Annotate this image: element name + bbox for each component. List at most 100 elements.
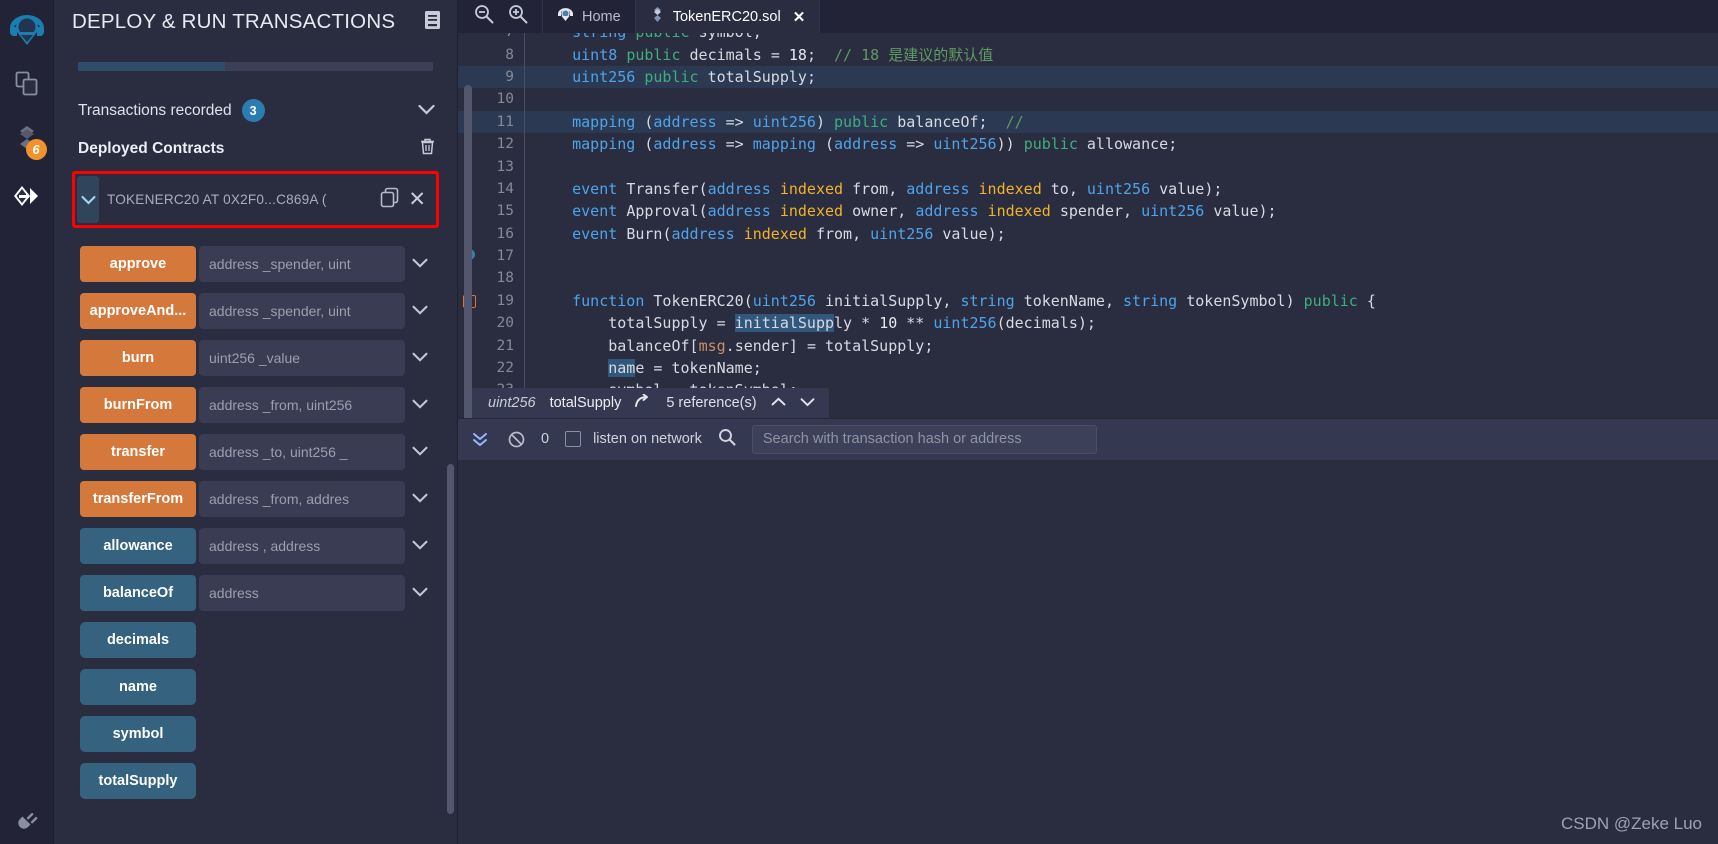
function-input-approve[interactable]: address _spender, uint (199, 246, 405, 282)
line-number: 13 (496, 158, 514, 175)
code-line[interactable]: 14 event Transfer(address indexed from, … (458, 177, 1718, 201)
function-input-balanceof[interactable]: address (199, 575, 405, 611)
tab-tokenerc20-sol[interactable]: TokenERC20.sol ✕ (635, 0, 821, 33)
chevron-down-icon[interactable] (405, 349, 435, 367)
function-input-transfer[interactable]: address _to, uint256 _ (199, 434, 405, 470)
code-line[interactable]: !19 function TokenERC20(uint256 initialS… (458, 289, 1718, 313)
function-input-allowance[interactable]: address , address (199, 528, 405, 564)
code-line[interactable]: 18 (458, 267, 1718, 290)
chevron-down-icon[interactable] (405, 443, 435, 461)
indent-guide (524, 289, 536, 313)
code-line[interactable]: 10 (458, 88, 1718, 111)
deployed-contracts-row: Deployed Contracts (78, 138, 435, 160)
sidebar-item-plugin-manager[interactable] (0, 808, 54, 834)
code-line[interactable]: 17 (458, 244, 1718, 268)
close-icon[interactable]: ✕ (408, 189, 436, 210)
code-line[interactable]: 21 balanceOf[msg.sender] = totalSupply; (458, 334, 1718, 357)
code-line[interactable]: 11 mapping (address => uint256) public b… (458, 110, 1718, 133)
function-button-balanceof[interactable]: balanceOf (80, 575, 196, 611)
sidebar-item-solidity-compiler[interactable]: 6 (1, 112, 53, 168)
function-button-approve[interactable]: approve (80, 246, 196, 282)
indent-guide (524, 267, 536, 290)
chevron-down-icon[interactable] (405, 302, 435, 320)
line-number: 9 (505, 68, 514, 85)
function-button-totalsupply[interactable]: totalSupply (80, 763, 196, 799)
remix-logo-icon[interactable] (2, 6, 52, 56)
reference-type: uint256 (488, 394, 536, 411)
transactions-recorded-row[interactable]: Transactions recorded 3 (78, 99, 435, 122)
function-button-allowance[interactable]: allowance (80, 528, 196, 564)
indent-guide (524, 312, 536, 335)
function-button-approveandcall[interactable]: approveAnd... (80, 293, 196, 329)
chevron-down-icon[interactable] (405, 255, 435, 273)
line-number: 12 (496, 136, 514, 153)
code-line[interactable]: 15 event Approval(address indexed owner,… (458, 200, 1718, 223)
code-line[interactable]: 22 name = tokenName; (458, 356, 1718, 380)
code-lines[interactable]: 7 string public symbol;8 uint8 public de… (458, 33, 1718, 418)
listen-on-network-checkbox[interactable] (565, 431, 582, 447)
chevron-down-icon[interactable] (800, 395, 815, 411)
code-line[interactable]: 20 totalSupply = initialSupply * 10 ** u… (458, 312, 1718, 335)
code-editor[interactable]: 7 string public symbol;8 uint8 public de… (458, 33, 1718, 418)
panel-scrollbar[interactable] (447, 464, 454, 814)
documentation-icon[interactable] (424, 10, 441, 35)
contract-expand-caret[interactable] (77, 176, 99, 223)
copy-icon[interactable] (371, 187, 408, 213)
indent-guide (524, 155, 536, 178)
close-icon[interactable]: ✕ (793, 8, 806, 26)
function-button-burn[interactable]: burn (80, 340, 196, 376)
code-text: string public symbol; (536, 33, 1718, 41)
line-number: 19 (496, 292, 514, 309)
editor-zoom-controls (458, 0, 543, 33)
double-chevron-down-icon[interactable] (468, 431, 492, 448)
page-title: DEPLOY & RUN TRANSACTIONS (72, 10, 396, 33)
line-number: 11 (496, 113, 514, 130)
reference-count[interactable]: 5 reference(s) (666, 395, 756, 411)
code-line[interactable]: 16 event Burn(address indexed from, uint… (458, 222, 1718, 245)
indent-guide (524, 200, 536, 223)
function-input-approveandcall[interactable]: address _spender, uint (199, 293, 405, 329)
function-button-transfer[interactable]: transfer (80, 434, 196, 470)
chevron-down-icon[interactable] (405, 490, 435, 508)
tab-label: Home (582, 8, 621, 25)
sidebar-item-file-explorer[interactable] (1, 56, 53, 112)
chevron-down-icon[interactable] (418, 102, 435, 120)
function-button-symbol[interactable]: symbol (80, 716, 196, 752)
editor-vertical-scrollbar[interactable] (464, 85, 472, 418)
search-icon[interactable] (714, 428, 740, 451)
code-line[interactable]: 12 mapping (address => mapping (address … (458, 132, 1718, 156)
function-input-transferfrom[interactable]: address _from, addres (199, 481, 405, 517)
tab-home[interactable]: Home (543, 0, 636, 33)
code-line[interactable]: 13 (458, 155, 1718, 178)
chevron-down-icon[interactable] (405, 584, 435, 602)
function-button-name[interactable]: name (80, 669, 196, 705)
terminal-toolbar: 0 listen on network Search with transact… (458, 417, 1718, 460)
code-line[interactable]: 7 string public symbol; (458, 33, 1718, 44)
zoom-out-icon[interactable] (474, 4, 494, 29)
clear-console-icon[interactable] (504, 431, 529, 448)
sidebar-item-deploy-run[interactable] (1, 168, 53, 224)
panel-header: DEPLOY & RUN TRANSACTIONS (54, 0, 457, 40)
deployed-contract-name[interactable]: TOKENERC20 AT 0X2F0...C869A ( (107, 192, 371, 207)
code-line[interactable]: 9 uint256 public totalSupply; (458, 65, 1718, 89)
code-line[interactable]: 8 uint8 public decimals = 18; // 18 是建议的… (458, 43, 1718, 66)
transaction-search-input[interactable]: Search with transaction hash or address (751, 424, 1097, 454)
panel-progress-bar (78, 62, 433, 71)
chevron-down-icon[interactable] (405, 537, 435, 555)
function-input-burn[interactable]: uint256 _value (199, 340, 405, 376)
trash-icon[interactable] (420, 138, 435, 160)
chevron-up-icon[interactable] (771, 395, 786, 411)
file-explorer-icon (15, 71, 37, 96)
function-input-burnfrom[interactable]: address _from, uint256 (199, 387, 405, 423)
chevron-down-icon[interactable] (405, 396, 435, 414)
indent-guide (524, 334, 536, 357)
function-button-decimals[interactable]: decimals (80, 622, 196, 658)
line-number: 17 (496, 248, 514, 265)
function-row-approve: approve address _spender, uint (80, 246, 435, 282)
function-button-transferfrom[interactable]: transferFrom (80, 481, 196, 517)
reference-name: totalSupply (549, 394, 622, 411)
goto-reference-icon[interactable] (635, 393, 652, 412)
indent-guide (524, 132, 536, 156)
zoom-in-icon[interactable] (508, 4, 528, 29)
function-button-burnfrom[interactable]: burnFrom (80, 387, 196, 423)
